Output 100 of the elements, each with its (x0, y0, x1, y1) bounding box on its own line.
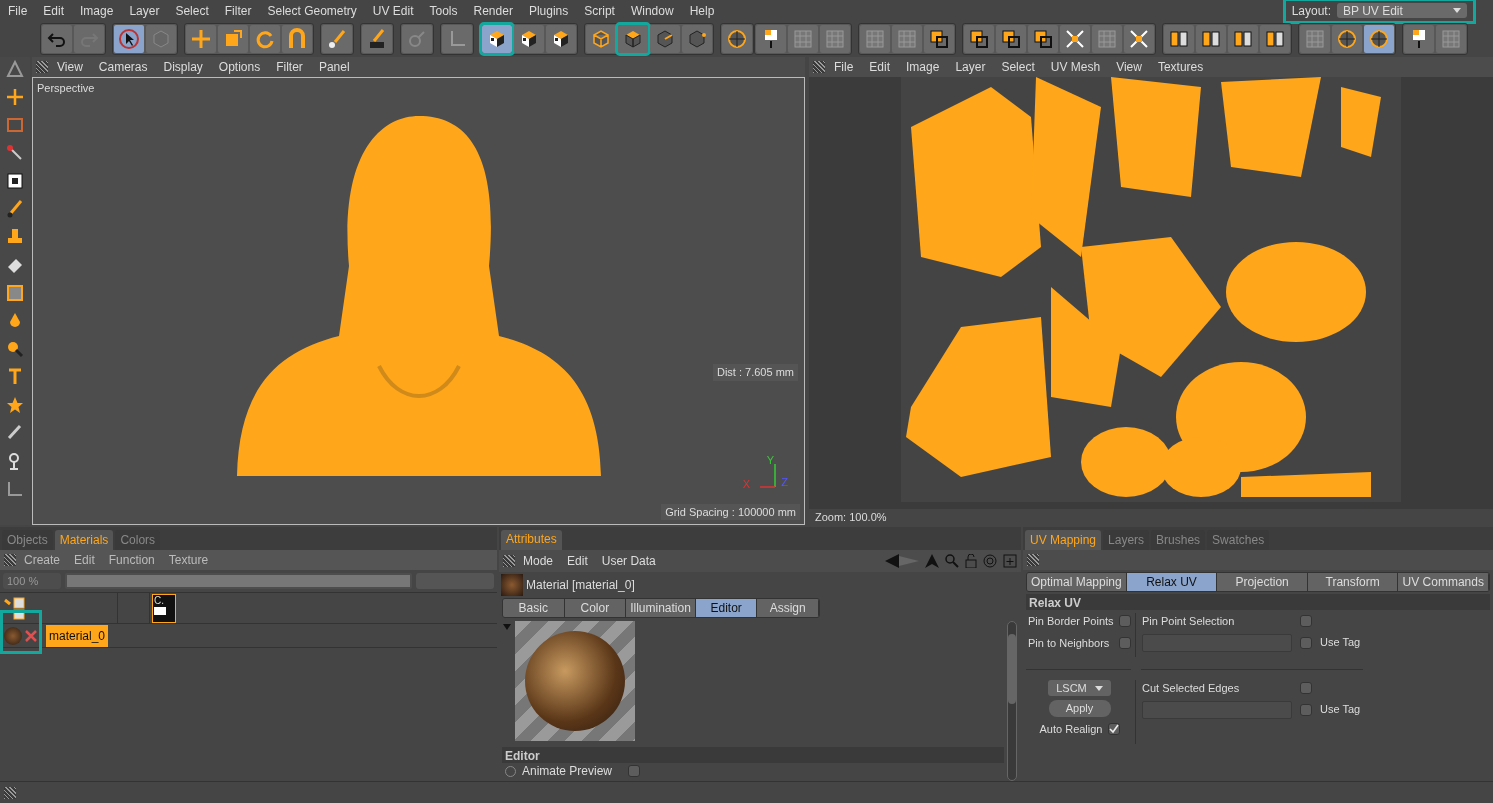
menu-item[interactable]: Select Geometry (259, 1, 365, 20)
menu-item[interactable]: Cameras (91, 58, 155, 76)
toolbar-button[interactable] (964, 25, 994, 53)
toolbar-button[interactable] (996, 25, 1026, 53)
sub-tab[interactable]: UV Commands (1398, 573, 1489, 591)
material-name[interactable]: material_0 (46, 624, 109, 647)
menu-item[interactable]: Select (994, 58, 1042, 76)
sub-tab[interactable]: Transform (1307, 573, 1399, 591)
toolbar-button[interactable] (756, 25, 786, 53)
checkbox[interactable] (1300, 682, 1312, 695)
new-panel-icon[interactable] (1003, 554, 1017, 568)
checker-icon[interactable] (5, 171, 25, 191)
axis-icon[interactable] (5, 479, 25, 499)
sub-tab[interactable]: Relax UV (1126, 573, 1218, 591)
menu-item[interactable]: Edit (561, 552, 594, 570)
checkbox[interactable] (1300, 636, 1312, 649)
checkbox[interactable] (1300, 703, 1312, 716)
toolbar-button[interactable] (546, 25, 576, 53)
menu-item[interactable]: UV Mesh (1043, 58, 1108, 76)
menu-item[interactable]: Edit (35, 1, 73, 20)
menu-item[interactable]: Edit (862, 58, 898, 76)
toolbar-button[interactable] (1228, 25, 1258, 53)
menu-item[interactable]: Filter (269, 58, 310, 76)
move-icon[interactable] (5, 87, 25, 107)
menu-item[interactable]: User Data (595, 552, 662, 570)
panel-tab[interactable]: Materials (54, 530, 114, 550)
brush-icon[interactable] (5, 199, 25, 219)
sub-tab[interactable]: Editor (695, 599, 758, 617)
logo-icon[interactable] (5, 59, 25, 79)
layout-dropdown[interactable]: BP UV Edit (1337, 3, 1467, 18)
sub-tab[interactable]: Optimal Mapping (1027, 573, 1127, 591)
checkbox[interactable] (1119, 615, 1131, 628)
menu-item[interactable]: Texture (162, 551, 215, 569)
target-icon[interactable] (983, 554, 997, 568)
menu-item[interactable]: Filter (216, 1, 260, 20)
toolbar-button[interactable] (1164, 25, 1194, 53)
rectangle-icon[interactable] (5, 115, 25, 135)
toolbar-button[interactable] (1260, 25, 1290, 53)
close-icon[interactable] (24, 628, 38, 643)
viewport[interactable]: Perspective Dist : 7.605 mm Y X Z Grid Spacing : 100000 mm (32, 77, 805, 525)
channel-swatch[interactable]: C. (152, 593, 176, 623)
menu-item[interactable]: Script (576, 1, 623, 20)
panel-tab[interactable]: Attributes (501, 530, 562, 550)
checkbox[interactable] (628, 765, 640, 777)
menu-item[interactable]: Plugins (520, 1, 577, 20)
menu-item[interactable]: Help (681, 1, 723, 20)
menu-item[interactable]: Render (465, 1, 521, 20)
menu-item[interactable]: Mode (517, 552, 560, 570)
lock-icon[interactable] (965, 554, 977, 568)
menu-item[interactable]: File (827, 58, 861, 76)
checkbox[interactable] (1300, 615, 1312, 628)
checkbox[interactable] (1107, 723, 1120, 736)
back-arrow-icon[interactable] (885, 554, 919, 568)
toolbar-button[interactable] (1404, 25, 1434, 53)
toolbar-button[interactable] (114, 25, 144, 53)
material-thumbnail[interactable] (4, 626, 22, 645)
checkbox[interactable] (1119, 636, 1131, 649)
menu-item[interactable]: Image (72, 1, 122, 20)
menu-item[interactable]: Layer (121, 1, 168, 20)
sub-tab[interactable]: Color (564, 599, 627, 617)
search-icon[interactable] (945, 554, 959, 568)
star-icon[interactable] (5, 395, 25, 415)
menu-item[interactable]: Select (167, 1, 217, 20)
menu-item[interactable]: UV Edit (364, 1, 422, 20)
toolbar-button[interactable] (1332, 25, 1362, 53)
toolbar-button[interactable] (482, 25, 512, 53)
gradient-icon[interactable] (5, 283, 25, 303)
toolbar-button[interactable] (514, 25, 544, 53)
menu-item[interactable]: View (1109, 58, 1149, 76)
scrollbar[interactable] (1007, 621, 1017, 781)
menu-item[interactable]: Window (622, 1, 682, 20)
layout-selector[interactable]: Layout: BP UV Edit (1285, 0, 1473, 21)
panel-tab[interactable]: Objects (2, 530, 53, 550)
menu-item[interactable]: View (50, 58, 90, 76)
sub-tab[interactable]: Illumination (626, 599, 696, 617)
menu-item[interactable]: Create (18, 551, 67, 569)
menu-item[interactable]: Tools (421, 1, 466, 20)
toolbar-button[interactable] (924, 25, 954, 53)
menu-item[interactable]: Panel (311, 58, 357, 76)
toolbar-button[interactable] (1364, 25, 1394, 53)
collapse-caret-icon[interactable] (503, 624, 511, 630)
toolbar-button[interactable] (1196, 25, 1226, 53)
up-arrow-icon[interactable] (925, 554, 939, 568)
menu-item[interactable]: Edit (68, 551, 101, 569)
toolbar-button[interactable] (618, 25, 648, 53)
method-dropdown[interactable]: LSCM (1048, 680, 1111, 696)
panel-tab[interactable]: UV Mapping (1025, 530, 1102, 550)
menu-item[interactable]: Image (899, 58, 947, 76)
menu-item[interactable]: File (0, 1, 36, 20)
uv-view[interactable] (809, 77, 1493, 509)
sub-tab[interactable]: Assign (757, 599, 819, 617)
menu-item[interactable]: Layer (948, 58, 993, 76)
menu-item[interactable]: Textures (1150, 58, 1211, 76)
menu-item[interactable]: Function (102, 551, 161, 569)
sub-tab[interactable]: Projection (1217, 573, 1308, 591)
toolbar-button[interactable] (1028, 25, 1058, 53)
apply-button[interactable]: Apply (1048, 700, 1111, 717)
menu-item[interactable]: Display (156, 58, 210, 76)
sub-tab[interactable]: Basic (503, 599, 565, 617)
menu-item[interactable]: Options (211, 58, 268, 76)
